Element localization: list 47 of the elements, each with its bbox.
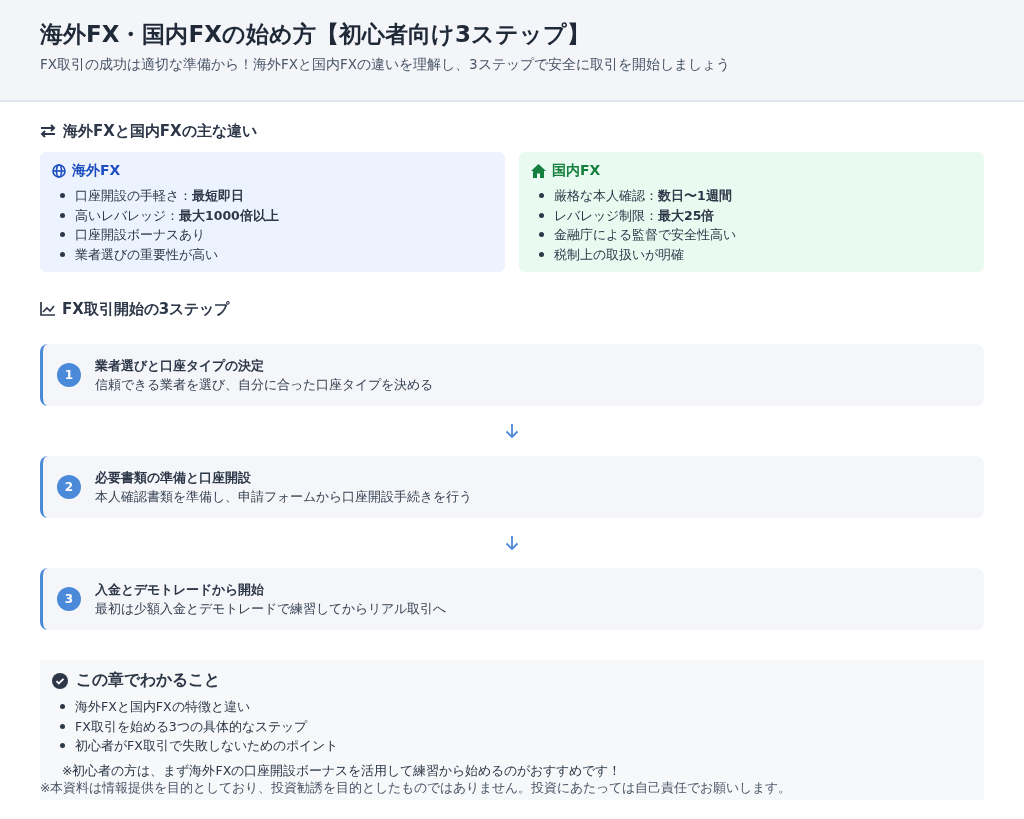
- card-title: 国内FX: [552, 162, 601, 180]
- bullet-dot: [60, 723, 65, 729]
- card-point: 税制上の取扱いが明確: [554, 245, 684, 264]
- recommendation-note: ※初心者の方は、まず海外FXの口座開設ボーナスを活用して練習から始めるのがおすすめです！: [62, 761, 623, 779]
- step-title: 必要書類の準備と口座開設: [95, 469, 252, 487]
- step-number: 1: [57, 363, 81, 387]
- summary-point: 海外FXと国内FXの特徴と違い: [75, 698, 250, 716]
- step-description: 信頼できる業者を選び、自分に合った口座タイプを決める: [95, 376, 433, 394]
- disclaimer-text: ※本資料は情報提供を目的としており、投資勧誘を目的としたものではありません。投資にあたっては自己責任でお願いします。: [40, 778, 793, 796]
- step-number: 2: [57, 475, 81, 499]
- bullet-dot: [539, 251, 544, 257]
- step-number: 3: [57, 587, 81, 611]
- bullet-dot: [539, 193, 544, 199]
- page-subtitle: FX取引の成功は適切な準備から！海外FXと国内FXの違いを理解し、3ステップで安全に取引を開始しましょう: [40, 56, 731, 74]
- line-chart-icon: [40, 302, 55, 316]
- section-heading: FX取引開始の3ステップ: [62, 299, 230, 319]
- bullet-dot: [60, 232, 65, 238]
- card-point: レバレッジ制限：最大25倍: [554, 206, 715, 225]
- house-icon: [531, 164, 546, 178]
- section-heading: 海外FXと国内FXの主な違い: [63, 121, 257, 141]
- step-title: 業者選びと口座タイプの決定: [95, 357, 265, 375]
- card-point: 業者選びの重要性が高い: [75, 245, 218, 264]
- page-title: 海外FX・国内FXの始め方【初心者向け3ステップ】: [40, 20, 591, 49]
- bullet-dot: [539, 232, 544, 238]
- card-point: 厳格な本人確認：数日〜1週間: [554, 187, 732, 205]
- swap-arrows-icon: [40, 124, 56, 138]
- card-point: 金融庁による監督で安全性高い: [554, 226, 736, 244]
- step-description: 本人確認書類を準備し、申請フォームから口座開設手続きを行う: [95, 488, 472, 506]
- step-title: 入金とデモトレードから開始: [95, 581, 265, 599]
- card-point: 口座開設ボーナスあり: [75, 226, 205, 244]
- bullet-dot: [60, 212, 65, 218]
- bullet-dot: [60, 251, 65, 257]
- bullet-dot: [60, 743, 65, 749]
- step-description: 最初は少額入金とデモトレードで練習してからリアル取引へ: [95, 600, 446, 618]
- globe-icon: [52, 164, 66, 178]
- card-title: 海外FX: [72, 162, 121, 180]
- bullet-dot: [60, 704, 65, 710]
- bullet-dot: [539, 212, 544, 218]
- card-point: 口座開設の手軽さ：最短即日: [75, 187, 244, 205]
- down-arrow-icon: [505, 535, 519, 551]
- bullet-dot: [60, 193, 65, 199]
- card-point: 高いレバレッジ：最大1000倍以上: [75, 206, 279, 225]
- down-arrow-icon: [505, 423, 519, 439]
- summary-heading: この章でわかること: [76, 670, 220, 691]
- check-circle-icon: [52, 672, 68, 689]
- summary-point: FX取引を始める3つの具体的なステップ: [75, 717, 307, 736]
- summary-point: 初心者がFX取引で失敗しないためのポイント: [75, 737, 338, 755]
